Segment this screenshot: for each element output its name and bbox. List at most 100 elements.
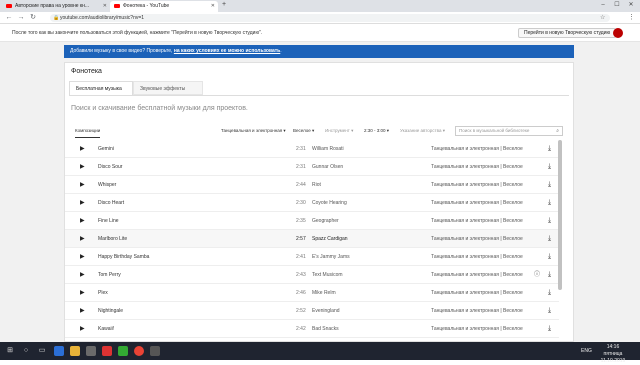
track-artist[interactable]: Riot — [312, 176, 321, 194]
download-icon[interactable]: ⤓ — [548, 158, 551, 176]
clock[interactable]: 14:16 пятница 11.10.2019 — [598, 344, 628, 365]
url-input[interactable]: 🔒 youtube.com/audiolibrary/music?nv=1 — [50, 14, 610, 22]
download-icon[interactable]: ⤓ — [548, 212, 551, 230]
new-studio-button[interactable]: Перейти в новую Творческую студию — [518, 28, 617, 38]
track-artist[interactable]: E's Jammy Jams — [312, 248, 350, 266]
filter-mood[interactable]: Веселое ▾ — [293, 125, 314, 137]
track-title: Happy Birthday Samba — [98, 254, 150, 260]
track-row[interactable]: ▶ Tom Perry 2:43 Text Musicom Танцевальн… — [65, 266, 559, 284]
copyright-info-icon[interactable]: ⓘ — [534, 266, 540, 284]
track-artist[interactable]: Coyote Hearing — [312, 194, 347, 212]
track-artist[interactable]: William Rosati — [312, 140, 344, 158]
filter-attribution[interactable]: Указание авторства ▾ — [400, 125, 445, 137]
track-row[interactable]: ▶ Whisper 2:44 Riot Танцевальная и элект… — [65, 176, 559, 194]
track-artist[interactable]: Geographer — [312, 212, 339, 230]
track-artist[interactable]: Mike Relm — [312, 284, 336, 302]
task-view-icon[interactable]: ▭ — [36, 342, 48, 360]
filter-compositions[interactable]: Композиции — [75, 125, 101, 138]
app-icon[interactable] — [102, 346, 112, 356]
play-icon[interactable]: ▶ — [80, 140, 85, 158]
download-icon[interactable]: ⤓ — [548, 194, 551, 212]
download-icon[interactable]: ⤓ — [548, 248, 551, 266]
play-icon[interactable]: ▶ — [80, 266, 85, 284]
banner-link[interactable]: на каких условиях ее можно использовать — [174, 48, 280, 54]
track-artist[interactable]: Gunnar Olsen — [312, 158, 343, 176]
play-icon[interactable]: ▶ — [80, 194, 85, 212]
track-artist[interactable]: Eveningland — [312, 302, 340, 320]
bookmark-star-icon[interactable]: ☆ — [600, 12, 605, 24]
notice-text: После того как вы закончите пользоваться… — [12, 30, 263, 36]
windows-start-icon[interactable]: ⊞ — [4, 342, 16, 360]
browser-tab-active[interactable]: Фонотека - YouTube ✕ — [110, 1, 218, 12]
back-icon[interactable]: ← — [4, 12, 14, 24]
track-artist[interactable]: Spazz Cardigan — [312, 230, 348, 248]
tab-sound-effects[interactable]: Звуковые эффекты — [133, 81, 203, 95]
track-title: Disco Heart — [98, 200, 125, 206]
lock-icon: 🔒 — [53, 15, 60, 21]
track-row[interactable]: ▶ Fine Line 2:35 Geographer Танцевальная… — [65, 212, 559, 230]
track-artist[interactable]: Bad Snacks — [312, 320, 339, 338]
search-icon[interactable]: ⌕ — [556, 127, 559, 135]
track-duration: 2:31 — [296, 164, 306, 170]
reload-icon[interactable]: ↻ — [28, 12, 38, 24]
track-title: Plex — [98, 290, 108, 296]
download-icon[interactable]: ⤓ — [548, 302, 551, 320]
download-icon[interactable]: ⤓ — [548, 284, 551, 302]
file-explorer-icon[interactable] — [70, 346, 80, 356]
play-icon[interactable]: ▶ — [80, 176, 85, 194]
page-title: Фонотека — [71, 68, 102, 75]
forward-icon[interactable]: → — [16, 12, 26, 24]
download-icon[interactable]: ⤓ — [548, 266, 551, 284]
download-icon[interactable]: ⤓ — [548, 320, 551, 338]
play-icon[interactable]: ▶ — [80, 302, 85, 320]
avatar[interactable] — [613, 28, 623, 38]
filter-duration[interactable]: 2:30 - 3:00 ▾ — [364, 125, 389, 137]
language-indicator[interactable]: ENG — [581, 342, 592, 360]
track-title: Tom Perry — [98, 272, 121, 278]
search-input[interactable]: Поиск в музыкальной библиотеке ⌕ — [455, 126, 563, 136]
track-row[interactable]: ▶ Disco Heart 2:30 Coyote Hearing Танцев… — [65, 194, 559, 212]
track-duration: 2:46 — [296, 290, 306, 296]
close-tab-icon[interactable]: ✕ — [211, 1, 215, 12]
track-title: Fine Line — [98, 218, 119, 224]
search-icon[interactable]: ○ — [20, 342, 32, 360]
track-row[interactable]: ▶ Marlboro Lite 2:57 Spazz Cardigan Танц… — [65, 230, 559, 248]
play-icon[interactable]: ▶ — [80, 248, 85, 266]
play-icon[interactable]: ▶ — [80, 284, 85, 302]
track-row[interactable]: ▶ Nightingale 2:52 Eveningland Танцеваль… — [65, 302, 559, 320]
app-icon[interactable] — [150, 346, 160, 356]
close-window-icon[interactable]: ✕ — [624, 0, 638, 11]
browser-tab[interactable]: Авторские права на уровне кн... ✕ — [2, 1, 110, 12]
track-genre: Танцевальная и электронная | Веселое — [431, 308, 523, 314]
play-icon[interactable]: ▶ — [80, 158, 85, 176]
new-tab-icon[interactable]: + — [222, 1, 226, 8]
download-icon[interactable]: ⤓ — [548, 176, 551, 194]
browser-menu-icon[interactable]: ⋮ — [628, 12, 635, 24]
play-icon[interactable]: ▶ — [80, 320, 85, 338]
minimize-icon[interactable]: – — [596, 0, 610, 11]
filter-instrument[interactable]: Инструмент ▾ — [325, 125, 353, 137]
chrome-icon[interactable] — [134, 346, 144, 356]
track-row[interactable]: ▶ Plex 2:46 Mike Relm Танцевальная и эле… — [65, 284, 559, 302]
track-row[interactable]: ▶ Kawaii! 2:42 Bad Snacks Танцевальная и… — [65, 320, 559, 338]
download-icon[interactable]: ⤓ — [548, 140, 551, 158]
track-duration: 2:42 — [296, 326, 306, 332]
search-placeholder: Поиск в музыкальной библиотеке — [459, 128, 530, 133]
app-icon[interactable] — [118, 346, 128, 356]
track-row[interactable]: ▶ Happy Birthday Samba 2:41 E's Jammy Ja… — [65, 248, 559, 266]
track-artist[interactable]: Text Musicom — [312, 266, 343, 284]
play-icon[interactable]: ▶ — [80, 212, 85, 230]
play-icon[interactable]: ▶ — [80, 230, 85, 248]
filter-genre[interactable]: Танцевальная и электронная ▾ — [221, 125, 286, 137]
tab-free-music[interactable]: Бесплатная музыка — [69, 81, 133, 95]
scrollbar[interactable] — [558, 140, 562, 290]
track-row[interactable]: ▶ Gemini 2:31 William Rosati Танцевальна… — [65, 140, 559, 158]
track-row[interactable]: ▶ Disco Sour 2:31 Gunnar Olsen Танцеваль… — [65, 158, 559, 176]
track-genre: Танцевальная и электронная | Веселое — [431, 326, 523, 332]
maximize-icon[interactable]: ☐ — [610, 0, 624, 11]
edge-icon[interactable] — [54, 346, 64, 356]
download-icon[interactable]: ⤓ — [548, 230, 551, 248]
banner-text: Добавили музыку в свое видео? Проверьте, — [70, 48, 174, 54]
close-tab-icon[interactable]: ✕ — [103, 1, 107, 12]
store-icon[interactable] — [86, 346, 96, 356]
